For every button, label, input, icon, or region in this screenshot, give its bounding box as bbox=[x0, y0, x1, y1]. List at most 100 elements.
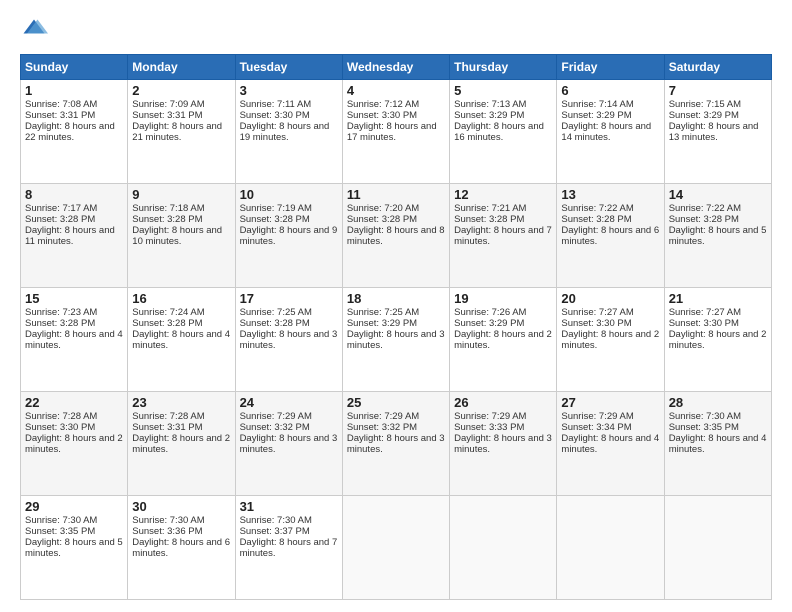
sunset-text: Sunset: 3:28 PM bbox=[240, 214, 310, 225]
sunset-text: Sunset: 3:28 PM bbox=[25, 214, 95, 225]
page: SundayMondayTuesdayWednesdayThursdayFrid… bbox=[0, 0, 792, 612]
sunrise-text: Sunrise: 7:22 AM bbox=[561, 203, 633, 214]
daylight-label: Daylight: 8 hours and 10 minutes. bbox=[132, 225, 222, 247]
sunset-text: Sunset: 3:29 PM bbox=[347, 318, 417, 329]
weekday-header: Monday bbox=[128, 55, 235, 80]
calendar-cell: 12Sunrise: 7:21 AMSunset: 3:28 PMDayligh… bbox=[450, 184, 557, 288]
sunset-text: Sunset: 3:28 PM bbox=[669, 214, 739, 225]
day-number: 21 bbox=[669, 291, 767, 306]
calendar-cell: 24Sunrise: 7:29 AMSunset: 3:32 PMDayligh… bbox=[235, 392, 342, 496]
sunset-text: Sunset: 3:31 PM bbox=[132, 422, 202, 433]
calendar-cell: 5Sunrise: 7:13 AMSunset: 3:29 PMDaylight… bbox=[450, 80, 557, 184]
sunrise-text: Sunrise: 7:28 AM bbox=[25, 411, 97, 422]
sunrise-text: Sunrise: 7:25 AM bbox=[347, 307, 419, 318]
sunrise-text: Sunrise: 7:25 AM bbox=[240, 307, 312, 318]
calendar-cell bbox=[342, 496, 449, 600]
day-number: 10 bbox=[240, 187, 338, 202]
day-number: 31 bbox=[240, 499, 338, 514]
sunrise-text: Sunrise: 7:28 AM bbox=[132, 411, 204, 422]
calendar-table: SundayMondayTuesdayWednesdayThursdayFrid… bbox=[20, 54, 772, 600]
daylight-label: Daylight: 8 hours and 6 minutes. bbox=[132, 537, 230, 559]
calendar-cell: 11Sunrise: 7:20 AMSunset: 3:28 PMDayligh… bbox=[342, 184, 449, 288]
sunset-text: Sunset: 3:37 PM bbox=[240, 526, 310, 537]
day-number: 24 bbox=[240, 395, 338, 410]
sunrise-text: Sunrise: 7:26 AM bbox=[454, 307, 526, 318]
daylight-label: Daylight: 8 hours and 3 minutes. bbox=[347, 329, 445, 351]
daylight-label: Daylight: 8 hours and 2 minutes. bbox=[454, 329, 552, 351]
sunset-text: Sunset: 3:30 PM bbox=[347, 110, 417, 121]
calendar-cell: 8Sunrise: 7:17 AMSunset: 3:28 PMDaylight… bbox=[21, 184, 128, 288]
day-number: 16 bbox=[132, 291, 230, 306]
sunset-text: Sunset: 3:28 PM bbox=[132, 214, 202, 225]
sunrise-text: Sunrise: 7:22 AM bbox=[669, 203, 741, 214]
daylight-label: Daylight: 8 hours and 2 minutes. bbox=[561, 329, 659, 351]
calendar-cell: 28Sunrise: 7:30 AMSunset: 3:35 PMDayligh… bbox=[664, 392, 771, 496]
weekday-header: Thursday bbox=[450, 55, 557, 80]
calendar-cell: 3Sunrise: 7:11 AMSunset: 3:30 PMDaylight… bbox=[235, 80, 342, 184]
day-number: 18 bbox=[347, 291, 445, 306]
day-number: 13 bbox=[561, 187, 659, 202]
daylight-label: Daylight: 8 hours and 5 minutes. bbox=[669, 225, 767, 247]
sunrise-text: Sunrise: 7:21 AM bbox=[454, 203, 526, 214]
calendar-cell: 20Sunrise: 7:27 AMSunset: 3:30 PMDayligh… bbox=[557, 288, 664, 392]
daylight-label: Daylight: 8 hours and 3 minutes. bbox=[240, 433, 338, 455]
daylight-label: Daylight: 8 hours and 2 minutes. bbox=[25, 433, 123, 455]
sunrise-text: Sunrise: 7:30 AM bbox=[25, 515, 97, 526]
sunrise-text: Sunrise: 7:18 AM bbox=[132, 203, 204, 214]
sunrise-text: Sunrise: 7:12 AM bbox=[347, 99, 419, 110]
daylight-label: Daylight: 8 hours and 8 minutes. bbox=[347, 225, 445, 247]
sunset-text: Sunset: 3:32 PM bbox=[347, 422, 417, 433]
daylight-label: Daylight: 8 hours and 4 minutes. bbox=[25, 329, 123, 351]
sunrise-text: Sunrise: 7:24 AM bbox=[132, 307, 204, 318]
day-number: 22 bbox=[25, 395, 123, 410]
calendar-cell: 4Sunrise: 7:12 AMSunset: 3:30 PMDaylight… bbox=[342, 80, 449, 184]
day-number: 9 bbox=[132, 187, 230, 202]
sunrise-text: Sunrise: 7:23 AM bbox=[25, 307, 97, 318]
sunset-text: Sunset: 3:35 PM bbox=[669, 422, 739, 433]
sunrise-text: Sunrise: 7:15 AM bbox=[669, 99, 741, 110]
day-number: 26 bbox=[454, 395, 552, 410]
calendar-cell bbox=[557, 496, 664, 600]
day-number: 19 bbox=[454, 291, 552, 306]
calendar-cell: 21Sunrise: 7:27 AMSunset: 3:30 PMDayligh… bbox=[664, 288, 771, 392]
calendar-cell: 1Sunrise: 7:08 AMSunset: 3:31 PMDaylight… bbox=[21, 80, 128, 184]
day-number: 4 bbox=[347, 83, 445, 98]
day-number: 27 bbox=[561, 395, 659, 410]
calendar-cell bbox=[450, 496, 557, 600]
sunset-text: Sunset: 3:36 PM bbox=[132, 526, 202, 537]
daylight-label: Daylight: 8 hours and 7 minutes. bbox=[240, 537, 338, 559]
sunset-text: Sunset: 3:33 PM bbox=[454, 422, 524, 433]
day-number: 20 bbox=[561, 291, 659, 306]
daylight-label: Daylight: 8 hours and 2 minutes. bbox=[132, 433, 230, 455]
day-number: 25 bbox=[347, 395, 445, 410]
sunrise-text: Sunrise: 7:20 AM bbox=[347, 203, 419, 214]
daylight-label: Daylight: 8 hours and 6 minutes. bbox=[561, 225, 659, 247]
sunrise-text: Sunrise: 7:09 AM bbox=[132, 99, 204, 110]
day-number: 17 bbox=[240, 291, 338, 306]
sunrise-text: Sunrise: 7:30 AM bbox=[240, 515, 312, 526]
calendar-cell: 9Sunrise: 7:18 AMSunset: 3:28 PMDaylight… bbox=[128, 184, 235, 288]
sunrise-text: Sunrise: 7:08 AM bbox=[25, 99, 97, 110]
day-number: 5 bbox=[454, 83, 552, 98]
sunset-text: Sunset: 3:29 PM bbox=[561, 110, 631, 121]
day-number: 14 bbox=[669, 187, 767, 202]
calendar-cell: 10Sunrise: 7:19 AMSunset: 3:28 PMDayligh… bbox=[235, 184, 342, 288]
daylight-label: Daylight: 8 hours and 3 minutes. bbox=[240, 329, 338, 351]
daylight-label: Daylight: 8 hours and 5 minutes. bbox=[25, 537, 123, 559]
calendar-cell: 17Sunrise: 7:25 AMSunset: 3:28 PMDayligh… bbox=[235, 288, 342, 392]
sunset-text: Sunset: 3:28 PM bbox=[561, 214, 631, 225]
sunset-text: Sunset: 3:28 PM bbox=[347, 214, 417, 225]
sunrise-text: Sunrise: 7:13 AM bbox=[454, 99, 526, 110]
sunrise-text: Sunrise: 7:19 AM bbox=[240, 203, 312, 214]
calendar-week-row: 15Sunrise: 7:23 AMSunset: 3:28 PMDayligh… bbox=[21, 288, 772, 392]
calendar-cell: 29Sunrise: 7:30 AMSunset: 3:35 PMDayligh… bbox=[21, 496, 128, 600]
sunset-text: Sunset: 3:28 PM bbox=[454, 214, 524, 225]
daylight-label: Daylight: 8 hours and 14 minutes. bbox=[561, 121, 651, 143]
daylight-label: Daylight: 8 hours and 2 minutes. bbox=[669, 329, 767, 351]
sunset-text: Sunset: 3:31 PM bbox=[132, 110, 202, 121]
calendar-cell: 30Sunrise: 7:30 AMSunset: 3:36 PMDayligh… bbox=[128, 496, 235, 600]
daylight-label: Daylight: 8 hours and 22 minutes. bbox=[25, 121, 115, 143]
logo-icon bbox=[20, 16, 48, 44]
calendar-cell: 26Sunrise: 7:29 AMSunset: 3:33 PMDayligh… bbox=[450, 392, 557, 496]
daylight-label: Daylight: 8 hours and 4 minutes. bbox=[132, 329, 230, 351]
